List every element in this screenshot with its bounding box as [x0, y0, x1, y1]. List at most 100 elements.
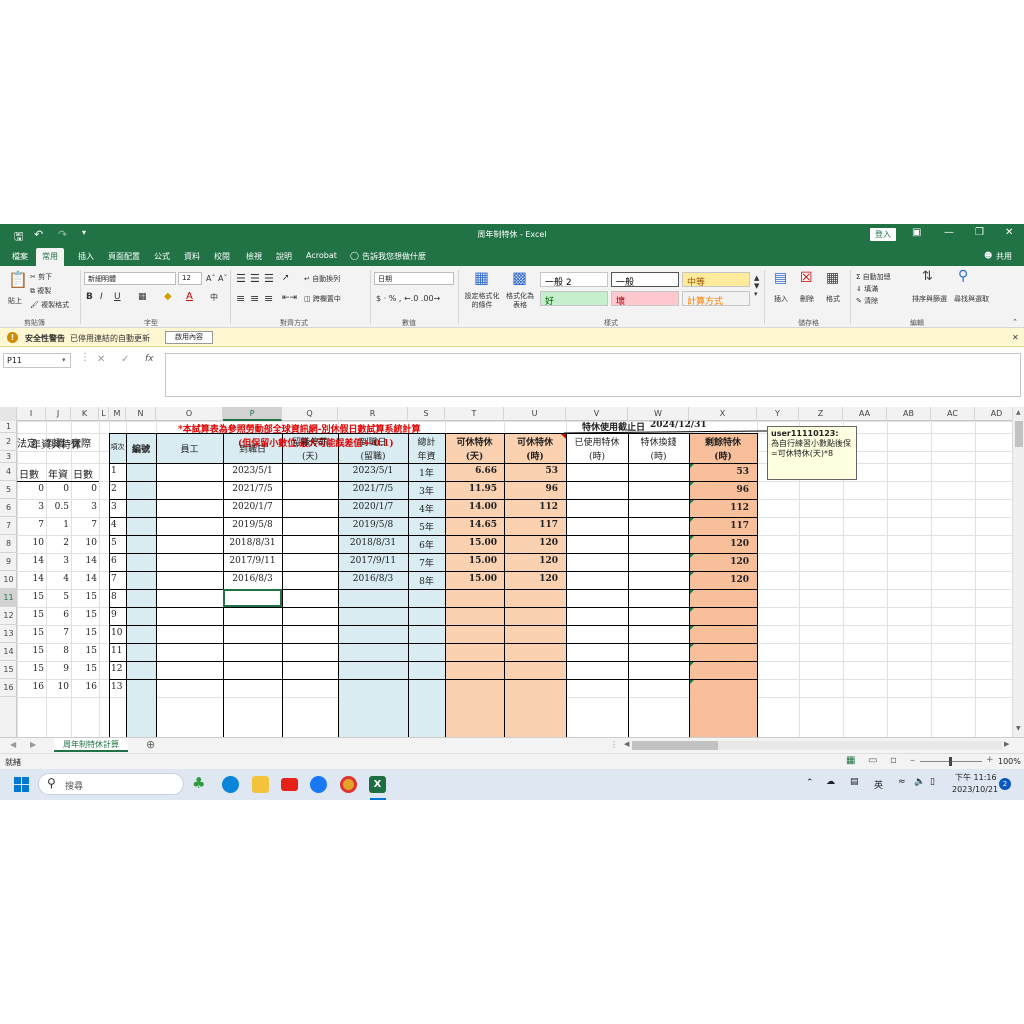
format-painter-button[interactable]: 🖌 複製格式 — [30, 300, 69, 310]
row-header[interactable]: 10 — [0, 571, 17, 589]
conditional-formatting-button[interactable]: 設定格式化的條件 — [462, 292, 502, 310]
adj-hire-date-cell[interactable]: 2021/7/5 — [338, 484, 408, 494]
restore-icon[interactable]: ❐ — [975, 227, 984, 238]
notification-badge[interactable]: 2 — [999, 778, 1011, 790]
hire-date-cell[interactable]: 2017/9/11 — [223, 556, 282, 566]
row-header[interactable]: 15 — [0, 661, 17, 679]
add-sheet-icon[interactable]: ⊕ — [146, 738, 155, 751]
underline-icon[interactable]: U — [114, 292, 121, 302]
tab-help[interactable]: 說明 — [276, 251, 292, 262]
column-header[interactable]: L — [99, 407, 109, 421]
confirm-entry-icon[interactable]: ✓ — [121, 354, 129, 365]
tab-home[interactable]: 常用 — [36, 248, 64, 266]
indent-icon[interactable]: ⇤⇥ — [282, 293, 297, 303]
font-name-combo[interactable]: 新細明體 — [84, 272, 176, 285]
style-bad[interactable]: 壞 — [611, 291, 679, 307]
cancel-entry-icon[interactable]: ✕ — [97, 354, 105, 365]
adj-hire-date-cell[interactable]: 2016/8/3 — [338, 574, 408, 584]
row-header[interactable]: 3 — [0, 451, 17, 463]
row-header[interactable]: 8 — [0, 535, 17, 553]
selected-cell-P11[interactable] — [223, 589, 282, 607]
column-header[interactable]: P — [223, 407, 282, 421]
font-color-icon[interactable]: A — [186, 291, 193, 302]
volume-icon[interactable]: 🔈 — [914, 777, 925, 787]
row-header[interactable]: 13 — [0, 625, 17, 643]
align-center-icon[interactable]: ≡ — [250, 292, 259, 305]
column-header[interactable]: Z — [799, 407, 843, 421]
sheet-tab-active[interactable]: 周年制特休計算 — [54, 738, 128, 752]
collapse-ribbon-icon[interactable]: ⌃ — [1012, 318, 1018, 326]
row-header[interactable]: 7 — [0, 517, 17, 535]
style-calculation[interactable]: 計算方式 — [682, 291, 750, 307]
tab-data[interactable]: 資料 — [184, 251, 200, 262]
network-drive-icon[interactable]: ▤ — [850, 777, 859, 787]
zoom-level[interactable]: 100% — [998, 757, 1021, 766]
scroll-up-icon[interactable]: ▲ — [1016, 409, 1021, 416]
cut-button[interactable]: ✂ 剪下 — [30, 272, 52, 282]
insert-function-icon[interactable]: fx — [145, 354, 154, 364]
column-header[interactable]: Y — [757, 407, 799, 421]
prev-sheet-icon[interactable]: ◀ — [10, 740, 16, 749]
clover-app-icon[interactable]: ♣ — [192, 774, 205, 792]
tab-view[interactable]: 檢視 — [246, 251, 262, 262]
paste-icon[interactable]: 📋 — [8, 270, 28, 289]
hire-date-cell[interactable]: 2016/8/3 — [223, 574, 282, 584]
italic-icon[interactable]: I — [100, 292, 103, 302]
column-header[interactable]: X — [689, 407, 757, 421]
row-header[interactable]: 12 — [0, 607, 17, 625]
insert-cells-button[interactable]: 插入 — [774, 294, 788, 304]
find-select-icon[interactable]: ⚲ — [958, 268, 968, 284]
page-break-view-icon[interactable]: ▫ — [890, 755, 897, 766]
format-cells-icon[interactable]: ▦ — [826, 270, 839, 286]
facebook-icon[interactable] — [310, 776, 327, 793]
close-icon[interactable]: ✕ — [1005, 227, 1013, 238]
number-format-combo[interactable]: 日期 — [374, 272, 454, 285]
edge-icon[interactable] — [222, 776, 239, 793]
style-normal-2[interactable]: 一般 2 — [540, 272, 608, 288]
row-header[interactable]: 9 — [0, 553, 17, 571]
adj-hire-date-cell[interactable]: 2019/5/8 — [338, 520, 408, 530]
column-header[interactable]: K — [71, 407, 99, 421]
delete-cells-button[interactable]: 刪除 — [800, 294, 814, 304]
autosum-button[interactable]: Σ 自動加總 — [856, 272, 891, 282]
battery-icon[interactable]: ▯ — [930, 777, 935, 787]
fill-button[interactable]: ⇓ 填滿 — [856, 284, 878, 294]
wrap-text-button[interactable]: ↵ 自動換列 — [304, 274, 340, 284]
tray-overflow-icon[interactable]: ⌃ — [806, 778, 814, 788]
scroll-left-icon[interactable]: ◀ — [624, 740, 629, 748]
conditional-formatting-icon[interactable]: ▦ — [474, 268, 489, 287]
tell-me-search[interactable]: 告訴我您想做什麼 — [362, 251, 426, 262]
row-header[interactable]: 5 — [0, 481, 17, 499]
column-header[interactable]: V — [566, 407, 628, 421]
style-good[interactable]: 好 — [540, 291, 608, 307]
currency-icon[interactable]: $ · % , ←.0 .00→ — [376, 294, 440, 303]
share-button[interactable]: 共用 — [996, 251, 1012, 262]
phonetic-icon[interactable]: 中 — [210, 292, 218, 303]
align-middle-icon[interactable]: ☰ — [250, 272, 260, 285]
wifi-icon[interactable]: ≈ — [898, 777, 906, 787]
font-size-combo[interactable]: 12 — [178, 272, 202, 285]
chrome-icon[interactable] — [340, 776, 357, 793]
cell-comment[interactable]: user11110123: 為自行練習小數點後保 =可休特休(天)*8 — [767, 426, 857, 480]
column-header[interactable]: R — [338, 407, 408, 421]
column-header[interactable]: AC — [931, 407, 975, 421]
tab-insert[interactable]: 插入 — [78, 251, 94, 262]
next-sheet-icon[interactable]: ▶ — [30, 740, 36, 749]
start-icon[interactable] — [14, 777, 29, 792]
enable-content-button[interactable]: 啟用內容 — [165, 331, 213, 344]
youtube-icon[interactable] — [281, 778, 298, 791]
column-header[interactable]: U — [504, 407, 566, 421]
hire-date-cell[interactable]: 2021/7/5 — [223, 484, 282, 494]
row-header[interactable]: 1 — [0, 421, 17, 433]
bold-icon[interactable]: B — [86, 292, 93, 302]
tab-review[interactable]: 校閱 — [214, 251, 230, 262]
border-icon[interactable]: ▦ — [138, 292, 147, 302]
paste-button[interactable]: 貼上 — [8, 296, 22, 306]
sort-filter-button[interactable]: 排序與篩選 — [912, 294, 947, 304]
hire-date-cell[interactable]: 2018/8/31 — [223, 538, 282, 548]
adj-hire-date-cell[interactable]: 2017/9/11 — [338, 556, 408, 566]
login-button[interactable]: 登入 — [870, 228, 896, 241]
column-header[interactable]: J — [46, 407, 71, 421]
column-header[interactable]: M — [109, 407, 126, 421]
normal-view-icon[interactable]: ▦ — [846, 755, 855, 766]
